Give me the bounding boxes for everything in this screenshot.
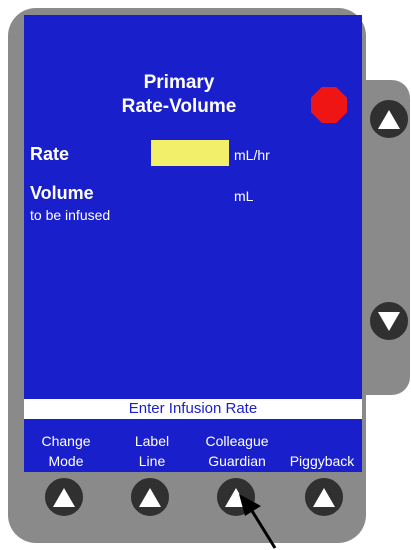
softkey-label-line2: Piggyback: [289, 453, 355, 469]
pump-screen: Primary Rate-Volume Rate mL/hr Volume to…: [24, 15, 362, 472]
volume-unit: mL: [234, 188, 254, 204]
triangle-up-icon: [378, 109, 400, 129]
softkey-button-1[interactable]: [45, 478, 83, 516]
rate-unit: mL/hr: [234, 147, 270, 163]
arrow-pointer-icon: [239, 494, 277, 549]
softkey-button-2[interactable]: [131, 478, 169, 516]
softkey-colleague-guardian[interactable]: Colleague Guardian: [190, 431, 284, 471]
rate-input[interactable]: [151, 140, 229, 166]
softkey-label-line1: Label: [134, 433, 170, 449]
rate-label: Rate: [30, 144, 70, 164]
softkey-label-line2: Guardian: [208, 453, 266, 469]
softkey-label-line1: Change: [41, 433, 91, 449]
softkey-label-line2: Mode: [48, 453, 84, 469]
softkey-piggyback[interactable]: Piggyback: [280, 431, 364, 471]
triangle-up-icon: [139, 487, 161, 507]
softkey-label-line[interactable]: Label Line: [112, 431, 192, 471]
softkey-label-line1: Colleague: [205, 433, 269, 449]
softkey-button-4[interactable]: [305, 478, 343, 516]
scroll-down-button[interactable]: [370, 302, 408, 340]
mode-title-line2: Rate-Volume: [121, 96, 237, 117]
triangle-up-icon: [53, 487, 75, 507]
scroll-up-button[interactable]: [370, 100, 408, 138]
mode-title-line1: Primary: [143, 72, 215, 93]
prompt-bar: Enter Infusion Rate: [24, 399, 362, 419]
softkey-label-line2: Line: [138, 453, 166, 469]
volume-label: Volume: [30, 183, 94, 203]
volume-sublabel: to be infused: [30, 207, 111, 223]
softkey-change-mode[interactable]: Change Mode: [26, 431, 106, 471]
triangle-down-icon: [378, 311, 400, 331]
softkey-label-line1: [280, 431, 364, 451]
triangle-up-icon: [313, 487, 335, 507]
